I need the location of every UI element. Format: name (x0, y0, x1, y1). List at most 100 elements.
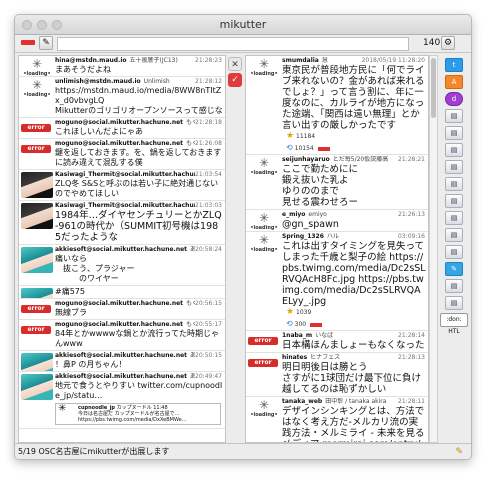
timeline-row[interactable]: error moguno@social.mikutter.hachune.netも… (19, 139, 225, 170)
avatar[interactable] (21, 374, 53, 400)
timeline-row[interactable]: #痛575 (19, 286, 225, 299)
tweet-author[interactable]: Spring_1326 (282, 233, 324, 240)
avatar-loading-icon[interactable]: ✳ •loading• (248, 234, 280, 260)
list-tab-9-icon[interactable]: ▤ (445, 245, 463, 259)
htl-tab[interactable]: :don: HTL (440, 313, 468, 335)
list-tab-5-icon[interactable]: ▤ (445, 177, 463, 191)
tweet-timestamp[interactable]: 21:26:08 (195, 140, 222, 148)
tweet-timestamp[interactable]: 20:50:15 (195, 352, 222, 360)
tweet-timestamp[interactable]: 20:56:15 (195, 300, 222, 308)
list-tab-1-icon[interactable]: ▤ (445, 109, 463, 123)
close-pane-icon[interactable]: ✕ (228, 57, 242, 71)
avatar[interactable] (21, 203, 53, 229)
mention-tab-icon[interactable]: ✓ (228, 73, 242, 87)
list-tab-8-icon[interactable]: ▤ (445, 228, 463, 242)
tweet-author[interactable]: akkiesoft@social.mikutter.hachune.net (55, 373, 187, 380)
orange-tab-icon[interactable]: A (445, 75, 463, 89)
avatar-error-icon[interactable]: error (248, 359, 278, 367)
tweet-author[interactable]: akkiesoft@social.mikutter.hachune.net (55, 246, 187, 253)
avatar[interactable] (21, 288, 53, 298)
avatar-error-icon[interactable]: error (21, 305, 51, 313)
purple-tab-icon[interactable]: d (445, 92, 463, 106)
timeline-row[interactable]: ✳ •loading• hina@mstdn.maud.io 五十嵐響子(JC13) 2… (19, 56, 225, 77)
settings-icon[interactable]: ⚙ (441, 36, 455, 50)
tweet-timestamp[interactable]: 21:28:18 (195, 119, 222, 127)
timeline-row[interactable]: akkiesoft@social.mikutter.hachune.netあっき… (19, 245, 225, 286)
timeline-row[interactable]: ✳ •loading• Spring_1326 ハル 03:09:16 これは出すタイミン… (246, 232, 428, 331)
tweet-author[interactable]: Kasiwagi_Thermit@social.mikutter.hachune… (55, 171, 216, 178)
avatar-error-icon[interactable]: error (21, 145, 51, 153)
avatar-loading-icon[interactable]: ✳ •loading• (21, 79, 53, 105)
avatar-loading-icon[interactable]: ✳ •loading• (248, 399, 280, 425)
tweet-author[interactable]: hinates (282, 354, 307, 361)
tweet-timestamp[interactable]: 21:28:13 (398, 354, 425, 362)
tweet-timestamp[interactable]: 21:03:54 (195, 171, 222, 179)
timeline-row[interactable]: Kasiwagi_Thermit@social.mikutter.hachune… (19, 201, 225, 245)
avatar[interactable] (21, 172, 53, 198)
mentions-timeline[interactable]: ✳ •loading• smumdalia 慧 2018/05/19 11:28:20 東… (245, 55, 429, 443)
tweet-timestamp[interactable]: 21:28:23 (195, 57, 222, 65)
avatar-error-icon[interactable]: error (21, 326, 51, 334)
tweet-author[interactable]: seijunhayaruo (282, 156, 330, 163)
list-tab-4-icon[interactable]: ▤ (445, 160, 463, 174)
retweet-icon[interactable]: ⟲ (286, 143, 293, 152)
tweet-timestamp[interactable]: 21:28:21 (398, 156, 425, 164)
timeline-row[interactable]: Kasiwagi_Thermit@social.mikutter.hachune… (19, 170, 225, 201)
tweet-timestamp[interactable]: 20:49:47 (195, 373, 222, 381)
tweet-author[interactable]: 1naba_m (282, 332, 312, 339)
list-tab-11-icon[interactable]: ▤ (445, 296, 463, 310)
list-tab-6-icon[interactable]: ▤ (445, 194, 463, 208)
account-icon[interactable]: ✎ (39, 36, 53, 50)
timeline-row[interactable]: error 1naba_m いなば 21:28:14 日本構ほんましょーもなくなった (246, 331, 428, 353)
timeline-row[interactable]: akkiesoft@social.mikutter.hachune.netあっき… (19, 372, 225, 429)
tweet-author[interactable]: hina@mstdn.maud.io (55, 57, 127, 64)
tweet-author[interactable]: moguno@social.mikutter.hachune.net (55, 119, 183, 126)
tweet-timestamp[interactable]: 21:28:12 (195, 78, 222, 86)
quoted-tweet-preview[interactable]: ✳ cupnoodle_jp カップヌードル 11:48 今日は名古屋だ カップヌー… (55, 403, 221, 425)
right-scroll-thumb[interactable] (431, 58, 436, 118)
tweet-timestamp[interactable]: 21:03:03 (195, 202, 222, 210)
timeline-row[interactable]: ✳ •loading• unlimish@mstdn.maud.io Unlimish… (19, 77, 225, 118)
timeline-row[interactable]: error hinates ヒナフェス 21:28:13 明日明後日は勝とう さすがに1… (246, 353, 428, 397)
avatar[interactable] (21, 247, 53, 273)
tweet-timestamp[interactable]: 21:26:13 (398, 211, 425, 219)
pencil-tab-icon[interactable]: ✎ (445, 262, 463, 276)
avatar-error-icon[interactable]: error (21, 124, 51, 132)
timeline-row[interactable]: akkiesoft@social.mikutter.hachune.netあっき… (19, 351, 225, 372)
timeline-row[interactable]: error moguno@social.mikutter.hachune.netも… (19, 320, 225, 351)
avatar-loading-icon[interactable]: ✳ •loading• (21, 58, 53, 77)
timeline-row[interactable]: error moguno@social.mikutter.hachune.netも… (19, 118, 225, 139)
tweet-author[interactable]: smumdalia (282, 57, 319, 64)
tweet-timestamp[interactable]: 03:09:16 (398, 233, 425, 241)
avatar-loading-icon[interactable]: ✳ •loading• (248, 157, 280, 183)
list-tab-10-icon[interactable]: ▤ (445, 279, 463, 293)
timeline-row[interactable]: ✳ •loading• e_miyo emiyo 21:26:13 @gn_spawn (246, 210, 428, 232)
status-icon[interactable]: ✎ (455, 445, 463, 459)
tweet-timestamp[interactable]: 20:58:24 (195, 246, 222, 254)
home-timeline[interactable]: ✳ •loading• hina@mstdn.maud.io 五十嵐響子(JC13) 2… (18, 55, 226, 443)
twitter-tab-icon[interactable]: t (445, 58, 463, 72)
tweet-timestamp[interactable]: 20:55:17 (195, 321, 222, 329)
post-input[interactable] (57, 37, 409, 51)
star-icon[interactable]: ★ (286, 131, 294, 141)
tweet-timestamp[interactable]: 2018/05/19 11:28:20 (361, 57, 425, 65)
list-tab-7-icon[interactable]: ▤ (445, 211, 463, 225)
star-icon[interactable]: ★ (286, 307, 294, 317)
tweet-author[interactable]: Kasiwagi_Thermit@social.mikutter.hachune… (55, 202, 216, 209)
tweet-author[interactable]: moguno@social.mikutter.hachune.net (55, 140, 183, 147)
timeline-row[interactable]: ✳ •loading• tanaka_web 田中彰 / tanaka akira 21… (246, 397, 428, 442)
tweet-timestamp[interactable]: 21:28:14 (398, 332, 425, 340)
avatar[interactable] (21, 353, 53, 371)
timeline-row[interactable]: ✳ •loading• seijunhayaruo とだ毎5/20仮説藤高 21:28:… (246, 155, 428, 210)
avatar-loading-icon[interactable]: ✳ •loading• (248, 58, 280, 84)
tweet-author[interactable]: unlimish@mstdn.maud.io (55, 78, 141, 85)
timeline-row[interactable]: error moguno@social.mikutter.hachune.netも… (19, 299, 225, 320)
avatar-loading-icon[interactable]: ✳ •loading• (248, 212, 280, 232)
tweet-author[interactable]: e_miyo (282, 211, 305, 218)
tweet-author[interactable]: moguno@social.mikutter.hachune.net (55, 321, 183, 328)
avatar-error-icon[interactable]: error (248, 337, 278, 345)
list-tab-2-icon[interactable]: ▤ (445, 126, 463, 140)
tweet-timestamp[interactable]: 21:28:11 (398, 398, 425, 406)
right-scrollbar[interactable] (429, 55, 438, 443)
tweet-author[interactable]: akkiesoft@social.mikutter.hachune.net (55, 352, 187, 359)
